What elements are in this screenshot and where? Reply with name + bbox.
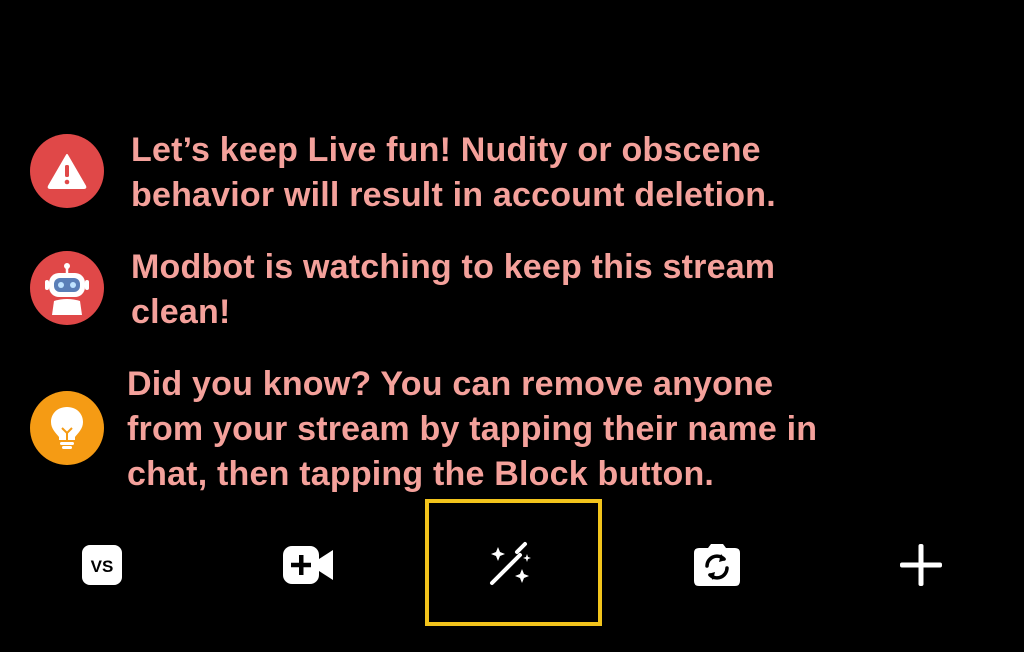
magic-wand-icon [490,542,531,585]
notice-line: Did you know? You can remove anyone [127,365,774,403]
notice-line: clean! [131,293,231,331]
notice-text: Modbot is watching to keep this stream c… [131,245,775,335]
stream-toolbar: VS [0,520,1024,610]
warning-icon [30,134,104,208]
notice-text: Let’s keep Live fun! Nudity or obscene b… [131,128,776,218]
vs-button[interactable]: VS [62,520,142,610]
lightbulb-icon [30,391,104,465]
add-button[interactable] [881,520,961,610]
notice-text: Did you know? You can remove anyone from… [127,362,817,497]
notice-line: behavior will result in account deletion… [131,176,776,214]
video-camera-add-icon [283,546,333,584]
magic-wand-button[interactable] [470,520,550,610]
live-stream-screen: Let’s keep Live fun! Nudity or obscene b… [0,0,1024,652]
notice-line: chat, then tapping the Block button. [127,455,715,493]
notice-line: from your stream by tapping their name i… [127,410,818,448]
vs-icon: VS [82,545,122,585]
notice-line: Modbot is watching to keep this stream [131,248,776,286]
robot-icon [30,251,104,325]
vs-icon-label: VS [91,557,114,576]
notice-line: Let’s keep Live fun! Nudity or obscene [131,131,761,169]
flip-camera-button[interactable] [677,520,757,610]
video-camera-add-button[interactable] [268,520,348,610]
flip-camera-icon [694,544,740,586]
plus-icon [900,544,942,586]
